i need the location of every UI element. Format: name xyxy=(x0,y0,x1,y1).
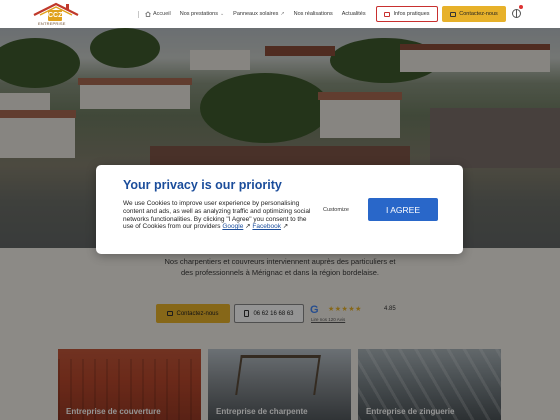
privacy-modal: Your privacy is our priority We use Cook… xyxy=(96,165,463,254)
modal-title: Your privacy is our priority xyxy=(123,178,282,192)
nav-item-panneaux-solaires[interactable]: Panneaux solaires ↗ xyxy=(233,11,284,17)
info-card-icon xyxy=(384,11,391,17)
nav-item-realisations[interactable]: Nos réalisations xyxy=(294,11,333,17)
external-link-icon: ↗ xyxy=(280,11,285,17)
nav-item-actualites[interactable]: Actualités xyxy=(342,11,366,17)
nav-label: Actualités xyxy=(341,11,366,17)
main-nav: Accueil Nos prestations ⌄ Panneaux solai… xyxy=(138,0,366,28)
nav-label: Panneaux solaires xyxy=(233,11,279,17)
infos-label: Infos pratiques xyxy=(393,11,430,17)
company-logo[interactable]: CCZ ENTREPRISE xyxy=(30,2,82,26)
logo-badge: CCZ xyxy=(48,10,63,21)
agree-button[interactable]: I AGREE xyxy=(368,198,438,221)
header-contact-button[interactable]: Contactez-nous xyxy=(442,6,506,22)
nav-label: Nos réalisations xyxy=(293,11,333,17)
modal-body: We use Cookies to improve user experienc… xyxy=(123,200,313,231)
google-link[interactable]: Google xyxy=(222,223,243,230)
nav-label: Accueil xyxy=(153,11,171,17)
infos-pratiques-button[interactable]: Infos pratiques xyxy=(376,6,438,22)
logo-subtext: ENTREPRISE xyxy=(38,21,66,26)
nav-item-prestations[interactable]: Nos prestations ⌄ xyxy=(180,11,224,17)
contact-label: Contactez-nous xyxy=(459,11,498,17)
home-icon xyxy=(145,11,151,17)
nav-item-accueil[interactable]: Accueil xyxy=(138,10,171,18)
external-link-icon: ↗ xyxy=(282,223,289,231)
customize-button[interactable]: Customize xyxy=(323,207,349,213)
nav-label: Nos prestations xyxy=(179,11,218,17)
mail-icon xyxy=(450,11,457,17)
facebook-link[interactable]: Facebook xyxy=(252,223,281,230)
notification-dot xyxy=(519,5,523,9)
language-globe-icon[interactable] xyxy=(512,9,521,18)
external-link-icon: ↗ xyxy=(245,223,251,231)
nav-divider xyxy=(138,10,139,18)
chevron-down-icon: ⌄ xyxy=(219,11,225,17)
site-header: CCZ ENTREPRISE Accueil Nos prestations ⌄… xyxy=(0,0,560,28)
